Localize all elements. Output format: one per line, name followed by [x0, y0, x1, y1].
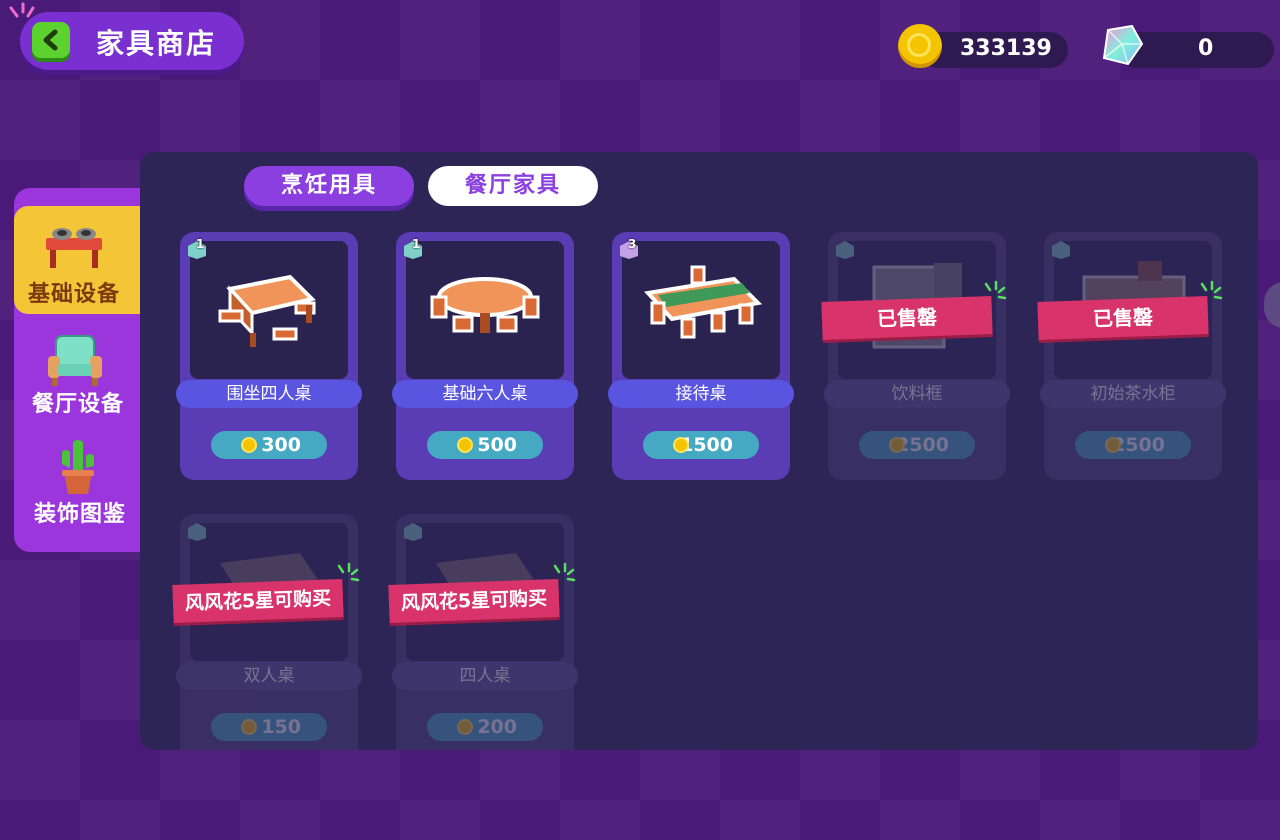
price-tag: 2500: [859, 431, 975, 459]
tab-cooking-utensils[interactable]: 烹饪用具: [244, 166, 414, 206]
price-tag: 150: [211, 713, 327, 741]
sold-out-ribbon: 已售罄: [1037, 296, 1209, 340]
coin-icon: [457, 719, 473, 735]
side-scroll-handle[interactable]: [1264, 282, 1280, 328]
gem-amount: 0: [1198, 36, 1214, 61]
item-name: 双人桌: [176, 662, 362, 690]
unlock-requirement-ribbon: 风风花5星可购买: [388, 579, 560, 623]
item-card: 初始茶水柜 2500: [1040, 232, 1226, 480]
chevron-left-icon: [43, 29, 58, 51]
level-number: 1: [196, 237, 205, 251]
sold-out-ribbon: 已售罄: [821, 296, 993, 340]
item-price: 500: [477, 434, 517, 456]
back-button[interactable]: [32, 22, 70, 58]
cactus-icon: [62, 440, 94, 494]
item-card: 四人桌 200: [392, 514, 578, 750]
item-price: 150: [261, 716, 301, 738]
item-image: [190, 241, 348, 379]
coin-icon: [1105, 437, 1121, 453]
sidebar-item-label: 装饰图鉴: [34, 502, 127, 527]
level-number: 1: [412, 237, 421, 251]
item-name: 四人桌: [392, 662, 578, 690]
sparkle-icon: [984, 280, 1007, 300]
item-price: 300: [261, 434, 301, 456]
item-name: 围坐四人桌: [176, 380, 362, 408]
coin-icon: [898, 24, 942, 68]
price-tag: 200: [427, 713, 543, 741]
shop-panel: 烹饪用具 餐厅家具 1 围坐四人桌 300 1 基础六人桌 500 3 接待桌 …: [140, 152, 1258, 750]
sparkle-icon: [1200, 280, 1223, 300]
title-bar: 家具商店: [20, 12, 244, 70]
coin-icon: [889, 437, 905, 453]
unlock-requirement-ribbon: 风风花5星可购买: [172, 579, 344, 623]
armchair-icon: [48, 335, 102, 386]
coin-icon: [457, 437, 473, 453]
level-badge-icon: [188, 523, 206, 541]
category-sidebar: 基础设备 餐厅设备 装饰图鉴: [14, 188, 164, 552]
price-tag: 2500: [1075, 431, 1191, 459]
level-badge-icon: [1052, 241, 1070, 259]
item-name: 饮料框: [824, 380, 1010, 408]
four-seat-table-icon: [218, 274, 316, 347]
item-card[interactable]: 3 接待桌 1500: [608, 232, 794, 480]
coin-icon: [673, 437, 689, 453]
level-badge-icon: [404, 523, 422, 541]
item-name: 初始茶水柜: [1040, 380, 1226, 408]
item-card[interactable]: 1 基础六人桌 500: [392, 232, 578, 480]
item-image: [406, 241, 564, 379]
sidebar-item-label: 基础设备: [28, 282, 121, 307]
stove-table-icon: [46, 228, 102, 268]
coin-icon: [241, 437, 257, 453]
buy-button[interactable]: 300: [211, 431, 327, 459]
item-card: 饮料框 2500: [824, 232, 1010, 480]
sidebar-item-label: 餐厅设备: [32, 392, 125, 417]
level-badge-icon: [836, 241, 854, 259]
tab-restaurant-furniture[interactable]: 餐厅家具: [428, 166, 598, 206]
buy-button[interactable]: 1500: [643, 431, 759, 459]
coin-amount: 333139: [960, 36, 1052, 61]
sparkle-icon: [337, 562, 360, 582]
buy-button[interactable]: 500: [427, 431, 543, 459]
item-card: 双人桌 150: [176, 514, 362, 750]
reception-table-icon: [644, 265, 763, 339]
item-card[interactable]: 1 围坐四人桌 300: [176, 232, 362, 480]
item-name: 接待桌: [608, 380, 794, 408]
gem-icon: [1102, 24, 1144, 66]
page-title: 家具商店: [96, 27, 217, 60]
item-image: [622, 241, 780, 379]
six-seat-table-icon: [430, 277, 540, 333]
level-number: 3: [628, 237, 637, 251]
item-name: 基础六人桌: [392, 380, 578, 408]
item-price: 200: [477, 716, 517, 738]
coin-icon: [241, 719, 257, 735]
sparkle-icon: [553, 562, 576, 582]
